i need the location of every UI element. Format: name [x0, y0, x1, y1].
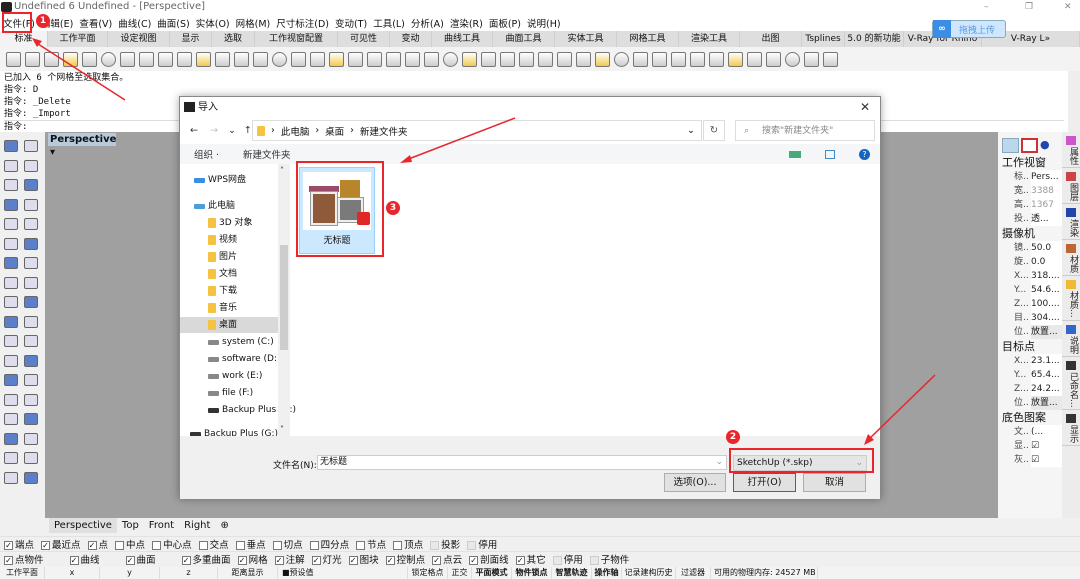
annotation-badge: 1 [36, 14, 50, 28]
annotation-box-filetype [729, 448, 874, 473]
annotation-box-file-menu [2, 12, 32, 33]
arrow-2 [867, 374, 936, 441]
annotation-box-file [296, 161, 384, 257]
arrow-3-head [400, 155, 412, 163]
arrow-1 [34, 41, 126, 101]
annotation-arrows [32, 38, 936, 445]
annotation-badge: 2 [726, 430, 740, 444]
annotation-badge: 3 [386, 201, 400, 215]
arrow-3 [405, 117, 516, 161]
